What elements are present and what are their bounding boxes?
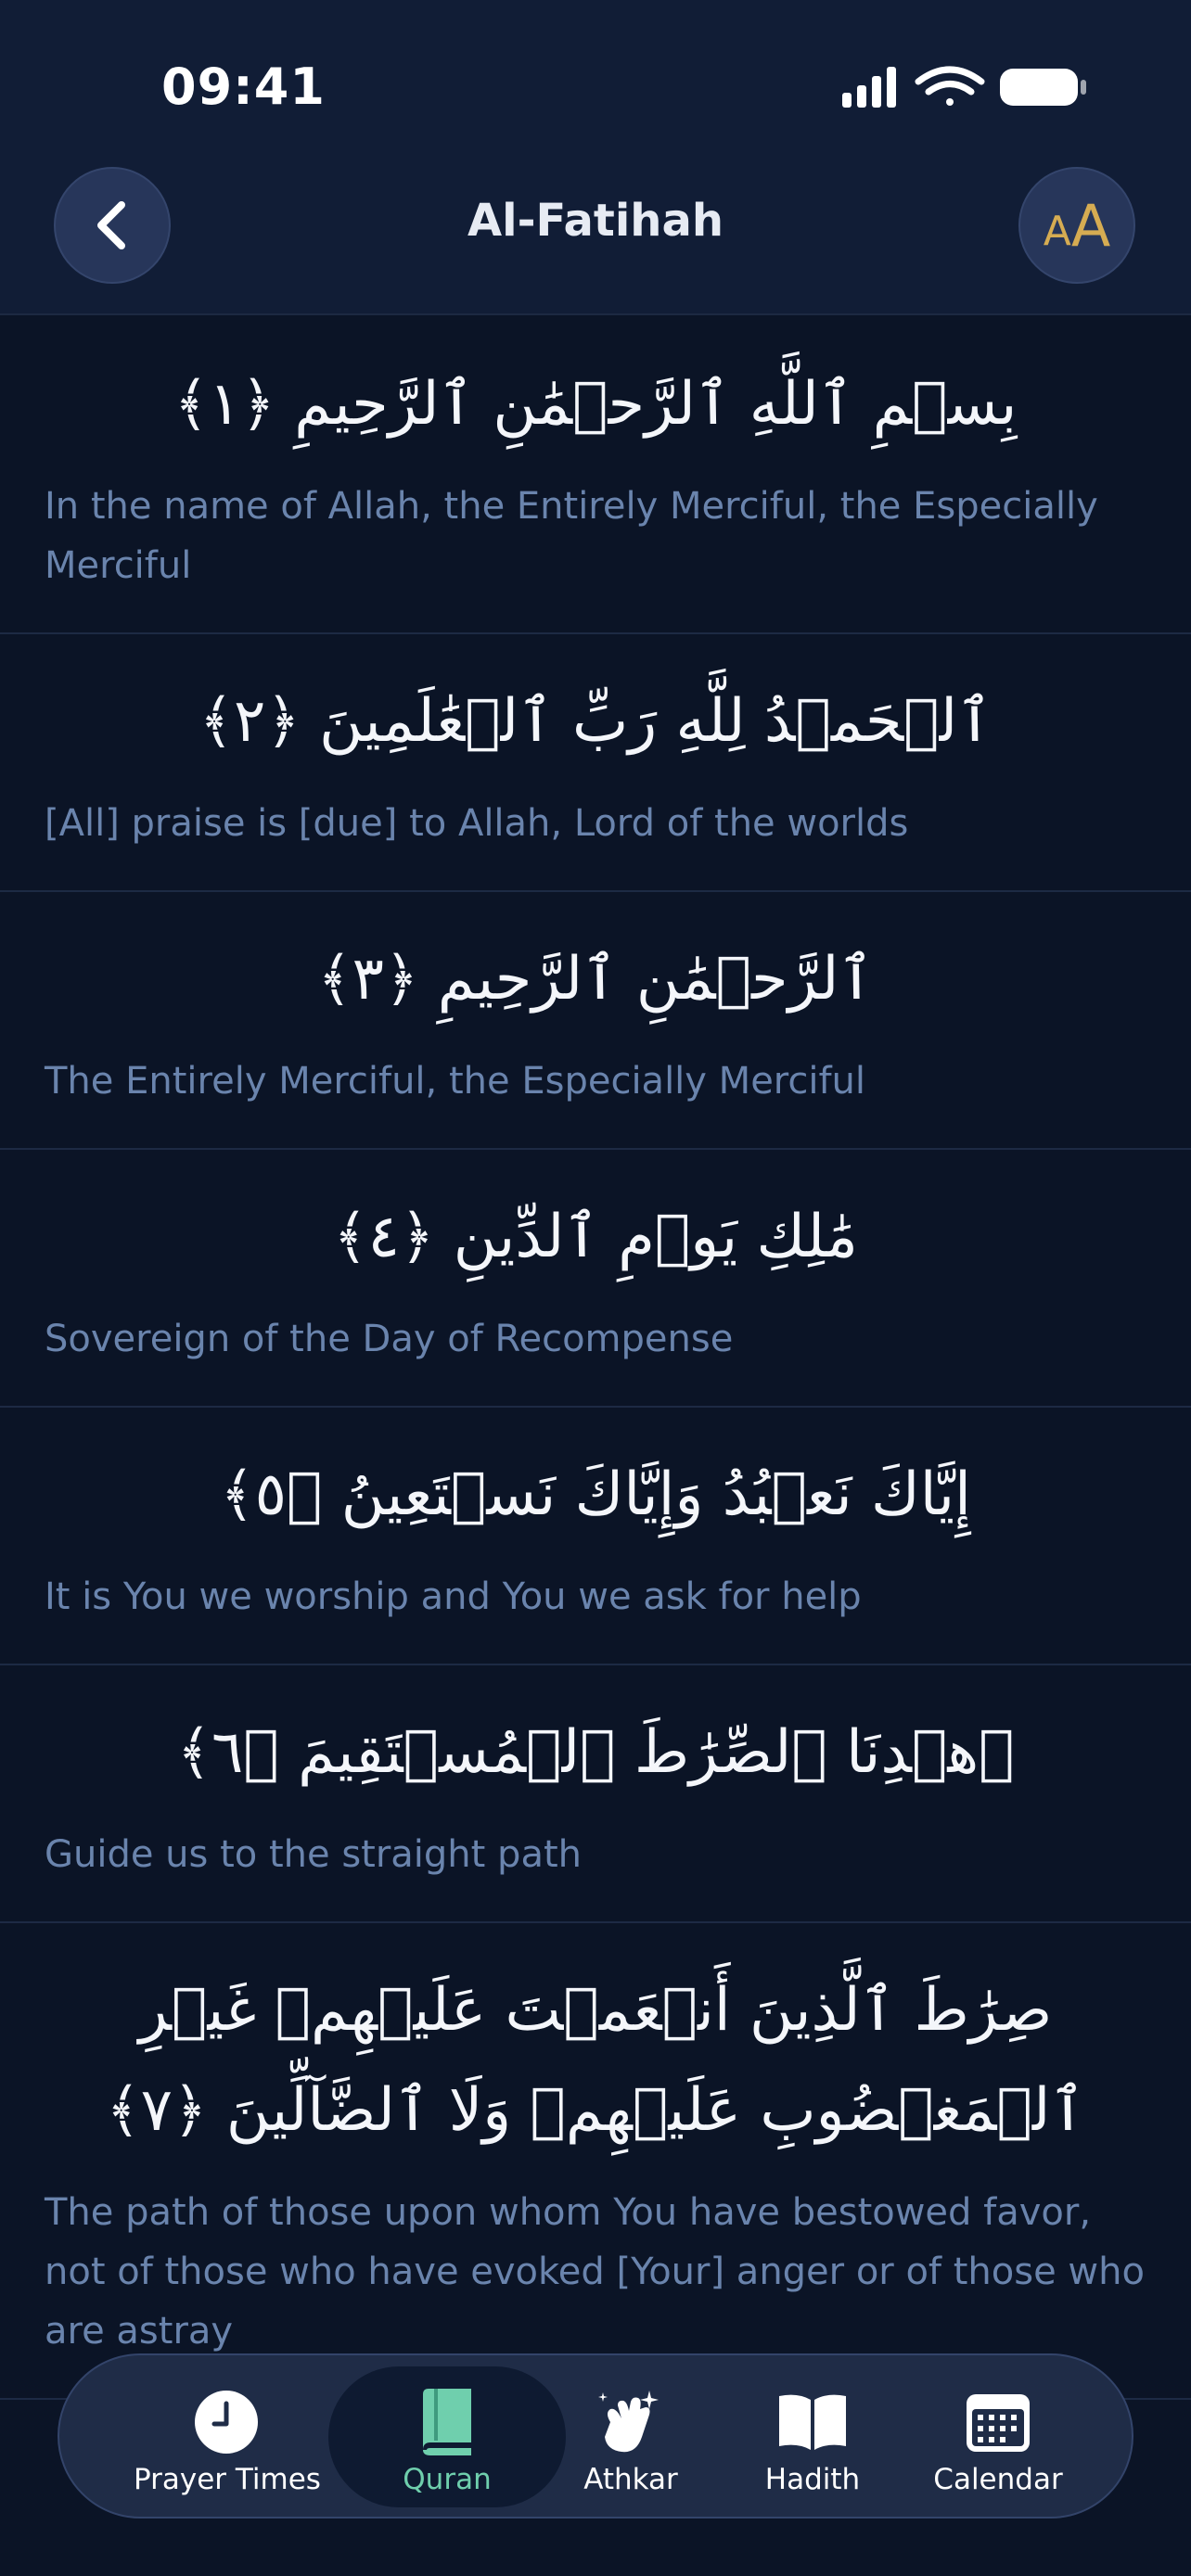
verse-item[interactable]: ٱلرَّحۡمَٰنِ ٱلرَّحِيمِ ﴿٣﴾ The Entirely… [0, 892, 1191, 1150]
verse-translation: [All] praise is [due] to Allah, Lord of … [45, 802, 909, 845]
verse-item[interactable]: إِيَّاكَ نَعۡبُدُ وَإِيَّاكَ نَسۡتَعِينُ… [0, 1408, 1191, 1665]
verse-arabic: صِرَٰطَ ٱلَّذِينَ أَنۡعَمۡتَ عَلَيۡهِمۡ … [106, 1976, 1085, 2145]
clock-icon [195, 2391, 258, 2454]
verse-translation: The path of those upon whom You have bes… [45, 2191, 1145, 2353]
verse-arabic: ٱهۡدِنَا ٱلصِّرَٰطَ ٱلۡمُسۡتَقِيمَ ﴿٦﴾ [176, 1718, 1015, 1787]
verse-item[interactable]: بِسۡمِ ٱللَّهِ ٱلرَّحۡمَٰنِ ٱلرَّحِيمِ ﴿… [0, 317, 1191, 634]
tab-label: Athkar [583, 2463, 678, 2496]
verse-item[interactable]: ٱهۡدِنَا ٱلصِّرَٰطَ ٱلۡمُسۡتَقِيمَ ﴿٦﴾ G… [0, 1665, 1191, 1923]
font-size-small-a: A [1043, 207, 1071, 255]
status-icons [842, 66, 1086, 108]
hands-icon [598, 2391, 659, 2453]
tab-quran[interactable]: Quran [328, 2366, 566, 2507]
wifi-icon [915, 66, 985, 106]
verse-item[interactable]: صِرَٰطَ ٱلَّذِينَ أَنۡعَمۡتَ عَلَيۡهِمۡ … [0, 1923, 1191, 2400]
verse-item[interactable]: مَٰلِكِ يَوۡمِ ٱلدِّينِ ﴿٤﴾ Sovereign of… [0, 1150, 1191, 1408]
tab-athkar[interactable]: Athkar [538, 2366, 724, 2507]
battery-icon [1000, 69, 1086, 106]
bottom-tab-bar: Prayer Times Quran Athkar Hadith Calenda… [58, 2353, 1133, 2519]
verse-translation: It is You we worship and You we ask for … [45, 1575, 862, 1618]
page-title: Al-Fatihah [467, 195, 724, 247]
verse-arabic: إِيَّاكَ نَعۡبُدُ وَإِيَّاكَ نَسۡتَعِينُ… [220, 1460, 971, 1529]
tab-label: Quran [403, 2463, 492, 2496]
font-size-big-a: A [1070, 191, 1111, 260]
tab-hadith[interactable]: Hadith [720, 2366, 905, 2507]
tab-label: Prayer Times [134, 2463, 321, 2496]
cellular-signal-icon [842, 67, 896, 108]
status-time: 09:41 [161, 57, 326, 116]
verse-arabic: ٱلۡحَمۡدُ لِلَّهِ رَبِّ ٱلۡعَٰلَمِينَ ﴿٢… [198, 687, 992, 756]
verse-arabic: بِسۡمِ ٱللَّهِ ٱلرَّحۡمَٰنِ ٱلرَّحِيمِ ﴿… [173, 370, 1018, 439]
open-book-icon [779, 2394, 846, 2450]
verse-item[interactable]: ٱلۡحَمۡدُ لِلَّهِ رَبِّ ٱلۡعَٰلَمِينَ ﴿٢… [0, 634, 1191, 892]
verse-arabic: مَٰلِكِ يَوۡمِ ٱلدِّينِ ﴿٤﴾ [333, 1203, 858, 1271]
tab-label: Hadith [764, 2463, 861, 2496]
verse-translation: Sovereign of the Day of Recompense [45, 1318, 734, 1360]
verse-translation: The Entirely Merciful, the Especially Me… [45, 1060, 866, 1103]
font-size-button[interactable]: AA [1018, 167, 1135, 284]
tab-label: Calendar [933, 2463, 1063, 2496]
tab-calendar[interactable]: Calendar [905, 2366, 1091, 2507]
verse-translation: Guide us to the straight path [45, 1833, 582, 1876]
book-icon [423, 2389, 471, 2455]
verse-translation: In the name of Allah, the Entirely Merci… [45, 485, 1098, 587]
verse-list: بِسۡمِ ٱللَّهِ ٱلرَّحۡمَٰنِ ٱلرَّحِيمِ ﴿… [0, 317, 1191, 2400]
tab-prayer-times[interactable]: Prayer Times [134, 2366, 321, 2507]
calendar-icon [967, 2394, 1030, 2452]
header-bar: 09:41 Al-Fatihah AA [0, 0, 1191, 315]
verse-arabic: ٱلرَّحۡمَٰنِ ٱلرَّحِيمِ ﴿٣﴾ [317, 945, 874, 1014]
